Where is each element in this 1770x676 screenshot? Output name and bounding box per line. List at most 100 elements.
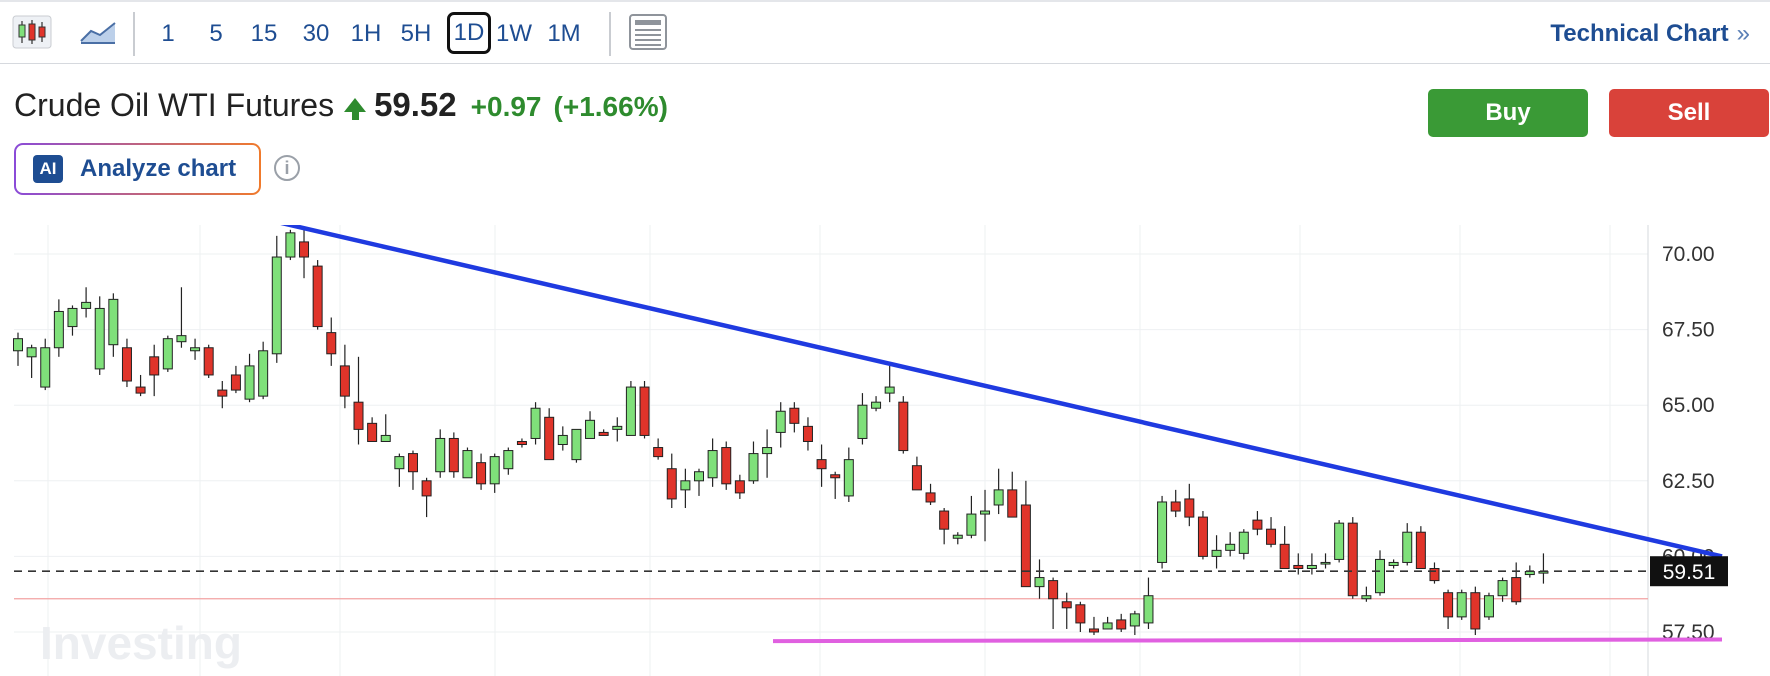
analyze-chart-button[interactable]: AI Analyze chart bbox=[14, 143, 261, 195]
timeframe-5h[interactable]: 5H bbox=[396, 16, 436, 52]
layout-icon[interactable] bbox=[626, 12, 670, 52]
candle-body bbox=[598, 431, 609, 436]
timeframe-1m[interactable]: 1M bbox=[544, 16, 584, 52]
candle-body bbox=[1238, 531, 1249, 554]
candle-body bbox=[1266, 528, 1277, 545]
candle-body bbox=[680, 480, 691, 491]
candle-body bbox=[789, 407, 800, 424]
candle-body bbox=[81, 301, 92, 309]
candle-body bbox=[612, 425, 623, 430]
candle-body bbox=[911, 465, 922, 491]
candle-body bbox=[1361, 595, 1372, 600]
timeframe-5[interactable]: 5 bbox=[196, 16, 236, 52]
candle-body bbox=[843, 459, 854, 497]
candle-body bbox=[1102, 622, 1113, 630]
y-tick-label: 65.00 bbox=[1662, 394, 1715, 417]
technical-chart-link[interactable]: Technical Chart » bbox=[1550, 16, 1750, 52]
candle-body bbox=[53, 310, 64, 349]
candle-body bbox=[939, 510, 950, 530]
candle-body bbox=[476, 462, 487, 485]
candle-body bbox=[1320, 561, 1331, 565]
candle-body bbox=[353, 401, 364, 430]
candle-body bbox=[1225, 543, 1236, 551]
candle-body bbox=[135, 386, 146, 394]
timeframe-1w[interactable]: 1W bbox=[494, 16, 534, 52]
info-glyph: i bbox=[284, 157, 290, 178]
instrument-header: Crude Oil WTI Futures 59.52 +0.97 (+1.66… bbox=[14, 86, 680, 130]
candle-body bbox=[816, 459, 827, 470]
candle-body bbox=[871, 401, 882, 409]
candle-body bbox=[1197, 516, 1208, 557]
candle-body bbox=[162, 338, 173, 370]
candle-body bbox=[1497, 580, 1508, 597]
candle-body bbox=[339, 365, 350, 397]
candle-body bbox=[530, 407, 541, 439]
timeframe-30[interactable]: 30 bbox=[296, 16, 336, 52]
timeframe-1[interactable]: 1 bbox=[148, 16, 188, 52]
buy-button[interactable]: Buy bbox=[1428, 89, 1588, 137]
candle-body bbox=[694, 471, 704, 482]
arrow-up-icon bbox=[344, 98, 367, 120]
candle-body bbox=[1007, 489, 1018, 518]
candle-body bbox=[326, 332, 337, 355]
candle-body bbox=[1116, 619, 1127, 630]
current-price-label: 59.51 bbox=[1663, 561, 1716, 584]
candle-body bbox=[462, 450, 473, 479]
candle-body bbox=[190, 347, 201, 352]
candle-body bbox=[1334, 522, 1345, 560]
candle-body bbox=[1388, 561, 1399, 566]
candle-body bbox=[1143, 595, 1154, 624]
candle-body bbox=[1088, 628, 1099, 633]
candle-body bbox=[285, 232, 296, 258]
candle-body bbox=[230, 374, 241, 391]
toolbar-divider bbox=[133, 12, 135, 56]
candle-body bbox=[1293, 564, 1304, 569]
last-price: 59.52 bbox=[374, 86, 457, 123]
candlestick-icon[interactable] bbox=[10, 12, 54, 52]
candle-body bbox=[489, 456, 500, 485]
price-change-percent: (+1.66%) bbox=[553, 91, 668, 122]
sell-button[interactable]: Sell bbox=[1609, 89, 1769, 137]
candle-body bbox=[1211, 549, 1222, 557]
candle-body bbox=[1415, 531, 1426, 569]
chevron-right-icon: » bbox=[1736, 20, 1750, 47]
candle-body bbox=[108, 298, 119, 346]
candle-body bbox=[721, 447, 732, 485]
price-chart[interactable]: 70.0067.5065.0062.5060.0057.50Investing5… bbox=[0, 225, 1770, 676]
candle-body bbox=[639, 386, 650, 436]
candle-body bbox=[830, 474, 841, 479]
info-icon[interactable]: i bbox=[274, 155, 300, 181]
watermark-logo: Investing bbox=[40, 617, 242, 669]
price-change: +0.97 bbox=[470, 91, 542, 122]
candle-body bbox=[448, 437, 459, 473]
analyze-chart-label: Analyze chart bbox=[80, 155, 237, 182]
candle-body bbox=[435, 437, 446, 473]
candle-body bbox=[40, 347, 51, 388]
candle-body bbox=[312, 265, 323, 328]
candle-body bbox=[1456, 592, 1467, 618]
candle-body bbox=[1129, 613, 1140, 627]
area-chart-icon[interactable] bbox=[76, 12, 120, 52]
candle-body bbox=[1511, 577, 1522, 603]
candle-body bbox=[625, 386, 636, 436]
toolbar-divider bbox=[609, 12, 611, 56]
candle-body bbox=[557, 434, 568, 446]
candle-body bbox=[217, 389, 228, 397]
timeframe-15[interactable]: 15 bbox=[244, 16, 284, 52]
candle-body bbox=[544, 416, 555, 461]
timeframe-1d[interactable]: 1D bbox=[447, 12, 491, 54]
candle-body bbox=[1402, 531, 1413, 563]
candle-body bbox=[748, 453, 759, 482]
candle-body bbox=[952, 534, 963, 539]
candle-body bbox=[1252, 519, 1263, 530]
candle-body bbox=[802, 425, 813, 442]
candle-body bbox=[503, 450, 514, 470]
ai-icon: AI bbox=[33, 155, 63, 183]
candle-body bbox=[1034, 577, 1045, 588]
candle-body bbox=[1470, 592, 1481, 630]
candle-body bbox=[1443, 592, 1454, 618]
ai-badge-label: AI bbox=[39, 159, 57, 178]
candle-body bbox=[734, 480, 745, 494]
timeframe-1h[interactable]: 1H bbox=[346, 16, 386, 52]
candle-body bbox=[1306, 564, 1317, 569]
